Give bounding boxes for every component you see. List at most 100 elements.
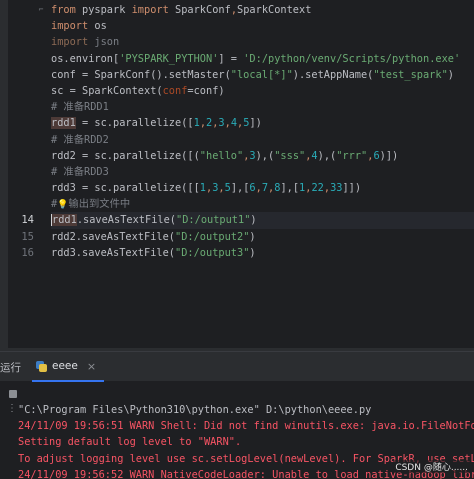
line-number[interactable] — [8, 51, 34, 67]
code-token: ]) — [249, 117, 262, 130]
stop-icon[interactable] — [9, 390, 17, 398]
console-line: Setting default log level to "WARN". — [18, 436, 242, 449]
code-line[interactable]: # 准备RDD3 — [51, 164, 474, 180]
code-token: "test_spark" — [373, 68, 448, 81]
fold-gutter: ⌐ — [36, 2, 46, 18]
code-token: ) — [250, 214, 257, 227]
code-token: json — [88, 36, 120, 49]
fold-marker-icon[interactable]: ⌐ — [36, 2, 46, 18]
watermark: CSDN @随心...... — [393, 460, 470, 473]
code-token: rdd1 — [51, 117, 76, 130]
code-token: 'PYSPARK_PYTHON' — [119, 52, 219, 65]
code-token: import — [51, 36, 89, 49]
run-panel-label: 运行 — [0, 362, 21, 374]
code-token: SparkContext — [237, 4, 312, 16]
code-token: ],[ — [280, 182, 300, 195]
code-line[interactable]: os.environ['PYSPARK_PYTHON'] = 'D:/pytho… — [51, 51, 474, 67]
python-file-icon — [36, 360, 47, 372]
code-line[interactable]: rdd3 = sc.parallelize([[1,3,5],[6,7,8],[… — [51, 180, 474, 196]
code-token: import — [51, 20, 89, 33]
code-token: 'D:/python/venv/Scripts/python.exe' — [243, 52, 461, 65]
code-token: pyspark — [75, 4, 132, 16]
code-line[interactable]: rdd3.saveAsTextFile("D:/output3") — [51, 245, 474, 261]
code-line[interactable]: rdd2 = sc.parallelize([("hello",3),("sss… — [51, 148, 474, 164]
code-token: 输出到文件中 — [68, 198, 131, 211]
code-token: ] = — [218, 52, 244, 65]
line-number[interactable] — [8, 18, 34, 34]
code-token: from — [51, 4, 76, 16]
code-token: ),( — [255, 149, 275, 162]
code-line[interactable]: # 准备RDD2 — [51, 132, 474, 148]
line-number[interactable] — [8, 148, 34, 164]
code-token: ) — [249, 246, 256, 259]
editor-left-strip — [0, 0, 8, 348]
code-line[interactable]: from pyspark import SparkConf,SparkConte… — [51, 2, 474, 18]
code-token: 33 — [330, 182, 343, 195]
lightbulb-icon[interactable]: 💡 — [57, 200, 68, 210]
code-token: rdd1 — [52, 214, 77, 227]
code-token: rdd3.saveAsTextFile( — [51, 246, 175, 259]
code-token: rdd2 = sc.parallelize([( — [51, 149, 200, 162]
code-token: = sc.parallelize([ — [75, 117, 194, 130]
line-number[interactable]: 14 — [8, 212, 34, 228]
code-token: 22 — [311, 182, 324, 195]
line-number[interactable]: 16 — [8, 245, 34, 261]
run-tab-label: eeee — [52, 360, 78, 372]
code-token: "D:/output3" — [175, 246, 250, 259]
code-line[interactable]: import os — [51, 18, 474, 34]
code-line[interactable]: sc = SparkContext(conf=conf) — [51, 83, 474, 99]
code-token: sc = SparkContext( — [51, 84, 163, 97]
code-token: =conf) — [187, 84, 225, 97]
code-token: conf — [162, 84, 188, 97]
code-token: ) — [447, 68, 454, 81]
code-token: "D:/output1" — [176, 214, 251, 227]
line-number[interactable] — [8, 196, 34, 212]
line-number[interactable] — [8, 180, 34, 196]
code-line[interactable]: rdd2.saveAsTextFile("D:/output2") — [51, 229, 474, 245]
code-editor[interactable]: 14 15 16 ⌐ from pyspark import SparkConf,S… — [0, 0, 474, 348]
code-line[interactable]: import json — [51, 34, 474, 50]
code-token: )]) — [379, 149, 399, 162]
code-token: ]]) — [342, 182, 362, 195]
code-line[interactable]: rdd1 = sc.parallelize([1,2,3,4,5]) — [51, 115, 474, 131]
line-number[interactable] — [8, 164, 34, 180]
code-token: SparkConf — [168, 4, 231, 16]
code-token: os.environ[ — [51, 52, 120, 65]
close-icon[interactable]: × — [87, 360, 96, 373]
code-line[interactable]: #💡输出到文件中 — [51, 196, 474, 212]
line-number[interactable]: 15 — [8, 229, 34, 245]
line-number[interactable] — [8, 132, 34, 148]
line-number[interactable] — [8, 67, 34, 83]
code-token: "local[*]" — [230, 68, 293, 81]
console-line: "C:\Program Files\Python310\python.exe" … — [18, 404, 372, 416]
code-token: ),( — [317, 149, 337, 162]
code-line[interactable]: rdd1.saveAsTextFile("D:/output1") — [51, 212, 474, 229]
code-token: import — [131, 4, 169, 16]
line-number[interactable] — [8, 2, 34, 18]
line-number[interactable] — [8, 34, 34, 50]
more-options-icon[interactable]: ⋮ — [7, 403, 17, 414]
code-token: rdd2.saveAsTextFile( — [51, 230, 175, 243]
code-line[interactable]: # 准备RDD1 — [51, 99, 474, 115]
code-token: os — [88, 20, 107, 33]
run-panel-header: 运行 eeee × — [0, 351, 474, 382]
code-token: "rrr" — [336, 149, 368, 162]
code-token: conf = SparkConf().setMaster( — [51, 68, 231, 81]
code-token: ],[ — [230, 182, 250, 195]
code-token: ) — [249, 230, 256, 243]
console-line: 24/11/09 19:56:51 WARN Shell: Did not fi… — [18, 420, 474, 433]
code-token: "sss" — [274, 149, 306, 162]
code-token: "D:/output2" — [175, 230, 250, 243]
code-token: .saveAsTextFile( — [76, 214, 177, 227]
code-token: ).setAppName( — [292, 68, 374, 81]
code-token: rdd3 = sc.parallelize([[ — [51, 182, 200, 195]
code-area[interactable]: from pyspark import SparkConf,SparkConte… — [51, 2, 474, 261]
line-number[interactable] — [8, 99, 34, 115]
code-token: # 准备RDD3 — [51, 165, 109, 178]
line-number-gutter[interactable]: 14 15 16 — [8, 2, 34, 261]
line-number[interactable] — [8, 83, 34, 99]
run-tab-eeee[interactable]: eeee × — [32, 352, 105, 382]
code-line[interactable]: conf = SparkConf().setMaster("local[*]")… — [51, 67, 474, 83]
line-number[interactable] — [8, 115, 34, 131]
code-token: # 准备RDD1 — [51, 101, 109, 114]
